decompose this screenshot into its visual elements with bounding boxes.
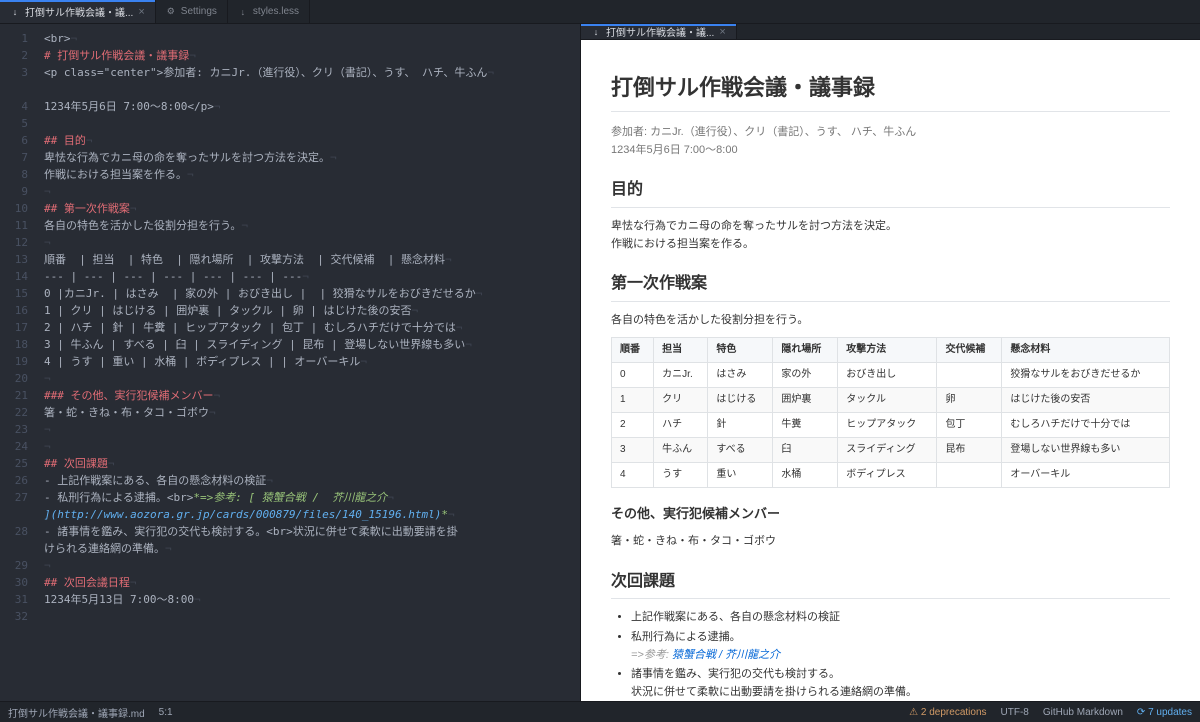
preview-link[interactable]: 猿蟹合戦 / 芥川龍之介 — [672, 649, 780, 661]
tab-label: Settings — [181, 6, 217, 17]
tab-label: 打倒サル作戦会議・議... — [25, 4, 133, 19]
list-item: 私刑行為による逮捕。=>参考: 猿蟹合戦 / 芥川龍之介 — [631, 629, 1170, 664]
file-icon: ↓ — [10, 7, 20, 17]
status-encoding[interactable]: UTF-8 — [1001, 707, 1029, 718]
status-cursor-pos[interactable]: 5:1 — [159, 707, 173, 718]
tab-label: styles.less — [253, 6, 299, 17]
code-editor[interactable]: 1234567891011121314151617181920212223242… — [0, 24, 580, 701]
status-filename[interactable]: 打倒サル作戦会議・議事録.md — [8, 705, 145, 720]
preview-tab-bar: ↓ 打倒サル作戦会議・議... × — [581, 24, 1200, 40]
preview-h2-plan: 第一次作戦案 — [611, 271, 1170, 302]
markdown-preview: 打倒サル作戦会議・議事録 参加者: カニJr.（進行役）、クリ（書記）、うす、 … — [581, 40, 1200, 701]
table-header: 交代候補 — [937, 338, 1002, 363]
line-gutter: 1234567891011121314151617181920212223242… — [0, 24, 40, 701]
tab[interactable]: ↓ styles.less — [228, 0, 310, 23]
table-header: 懸念材料 — [1002, 338, 1170, 363]
file-icon: ⚙ — [166, 7, 176, 17]
editor-tab-bar: ↓ 打倒サル作戦会議・議... × ⚙ Settings ↓ styles.less — [0, 0, 1200, 24]
preview-table: 順番担当特色隠れ場所攻撃方法交代候補懸念材料0カニJr.はさみ家の外おびき出し狡… — [611, 337, 1170, 488]
code-area[interactable]: <br>¬# 打倒サル作戦会議・議事録¬<p class="center">参加… — [40, 24, 580, 701]
table-row: 1クリはじける囲炉裏タックル卵はじけた後の安否 — [612, 388, 1170, 413]
table-header: 担当 — [654, 338, 708, 363]
tab-label: 打倒サル作戦会議・議... — [606, 24, 714, 39]
table-row: 4うす重い水桶ボディプレスオーバーキル — [612, 463, 1170, 488]
preview-text: 卑怯な行為でカニ母の命を奪ったサルを討つ方法を決定。作戦における担当案を作る。 — [611, 218, 1170, 253]
status-updates[interactable]: ⟳ 7 updates — [1137, 707, 1192, 718]
preview-h2-next: 次回課題 — [611, 569, 1170, 600]
preview-meta: 参加者: カニJr.（進行役）、クリ（書記）、うす、 ハチ、牛ふん1234年5月… — [611, 124, 1170, 159]
table-header: 特色 — [708, 338, 773, 363]
preview-h1: 打倒サル作戦会議・議事録 — [611, 70, 1170, 112]
preview-text: 箸・蛇・きね・布・タコ・ゴボウ — [611, 533, 1170, 551]
table-header: 攻撃方法 — [838, 338, 937, 363]
table-row: 2ハチ針牛糞ヒップアタック包丁むしろハチだけで十分では — [612, 413, 1170, 438]
file-icon: ↓ — [238, 7, 248, 17]
preview-list: 上記作戦案にある、各自の懸念材料の検証私刑行為による逮捕。=>参考: 猿蟹合戦 … — [611, 609, 1170, 701]
list-item: 上記作戦案にある、各自の懸念材料の検証 — [631, 609, 1170, 627]
status-bar: 打倒サル作戦会議・議事録.md 5:1 ⚠ 2 deprecations UTF… — [0, 701, 1200, 722]
tab[interactable]: ↓ 打倒サル作戦会議・議... × — [0, 0, 156, 23]
table-header: 順番 — [612, 338, 654, 363]
close-icon[interactable]: × — [138, 6, 144, 18]
preview-h3-other: その他、実行犯候補メンバー — [611, 504, 1170, 525]
split-view: 1234567891011121314151617181920212223242… — [0, 24, 1200, 701]
status-language[interactable]: GitHub Markdown — [1043, 707, 1123, 718]
preview-text: 各自の特色を活かした役割分担を行う。 — [611, 312, 1170, 330]
markdown-preview-pane[interactable]: ↓ 打倒サル作戦会議・議... × 打倒サル作戦会議・議事録 参加者: カニJr.（… — [580, 24, 1200, 701]
status-deprecations[interactable]: ⚠ 2 deprecations — [909, 707, 986, 718]
tab[interactable]: ↓ 打倒サル作戦会議・議... × — [581, 24, 737, 39]
table-row: 3牛ふんすべる臼スライディング昆布登場しない世界線も多い — [612, 438, 1170, 463]
file-icon: ↓ — [591, 27, 601, 37]
close-icon[interactable]: × — [719, 26, 725, 38]
list-item: 諸事情を鑑み、実行犯の交代も検討する。状況に併せて柔軟に出動要請を掛けられる連絡… — [631, 666, 1170, 701]
preview-h2-purpose: 目的 — [611, 177, 1170, 208]
table-header: 隠れ場所 — [773, 338, 838, 363]
table-row: 0カニJr.はさみ家の外おびき出し狡猾なサルをおびきだせるか — [612, 363, 1170, 388]
tab[interactable]: ⚙ Settings — [156, 0, 228, 23]
